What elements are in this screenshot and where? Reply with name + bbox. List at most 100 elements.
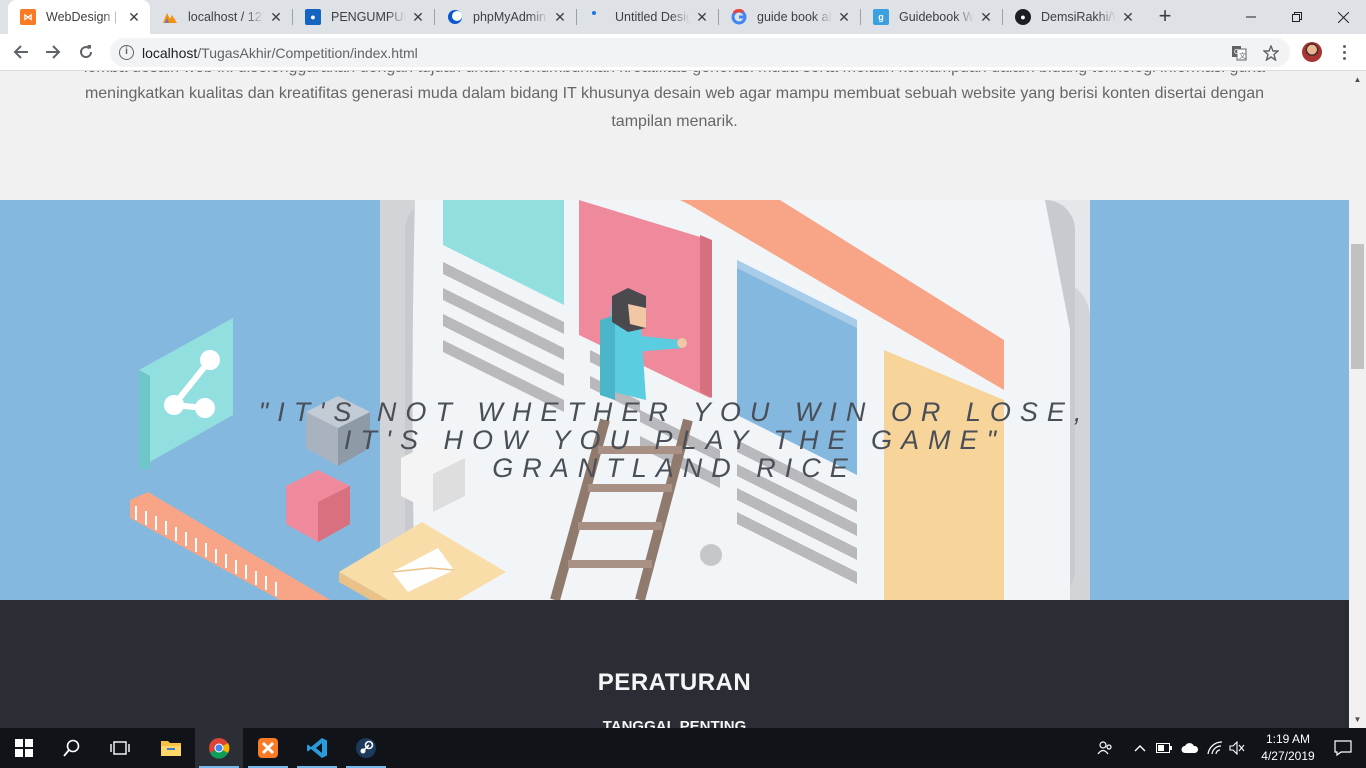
back-button[interactable] xyxy=(7,38,35,66)
task-view-button[interactable] xyxy=(96,728,144,768)
arrow-right-icon xyxy=(46,45,61,59)
reload-icon xyxy=(80,45,93,59)
system-clock[interactable]: 1:19 AM 4/27/2019 xyxy=(1256,731,1320,765)
section-title: PERATURAN xyxy=(597,669,752,696)
close-icon[interactable]: ✕ xyxy=(1120,9,1136,25)
tab-title: Untitled Design xyxy=(615,10,690,24)
guidebook-icon: g xyxy=(873,9,889,25)
tab-title: guide book about xyxy=(757,10,832,24)
windows-taskbar: 1:19 AM 4/27/2019 xyxy=(0,728,1366,768)
onedrive-cloud-icon[interactable] xyxy=(1178,728,1202,768)
close-icon[interactable]: ✕ xyxy=(410,9,426,25)
chevron-up-icon[interactable] xyxy=(1129,728,1151,768)
url-text: localhost/TugasAkhir/Competition/index.h… xyxy=(142,45,418,61)
task-view-icon xyxy=(110,741,130,755)
page-scrollbar[interactable]: ▲ ▼ xyxy=(1349,71,1366,728)
bookmark-star-icon[interactable] xyxy=(1262,44,1280,62)
close-icon[interactable]: ✕ xyxy=(126,9,142,25)
chrome-icon xyxy=(209,738,230,759)
intro-section: lomba desain web ini diselenggarakan den… xyxy=(0,71,1349,200)
start-button[interactable] xyxy=(0,728,48,768)
tab-guidebook[interactable]: g Guidebook Web ✕ xyxy=(861,0,1002,34)
volume-muted-icon[interactable] xyxy=(1226,728,1248,768)
tab-title: WebDesign | Competition xyxy=(46,10,122,24)
tab-localhost[interactable]: localhost / 127.0.0.1 ✕ xyxy=(150,0,292,34)
close-icon[interactable]: ✕ xyxy=(268,9,284,25)
tab-title: phpMyAdmin xyxy=(473,10,546,24)
notification-icon xyxy=(1334,740,1352,756)
xampp-taskbar-button[interactable] xyxy=(244,728,292,768)
tab-strip: ⋈ WebDesign | Competition ✕ localhost / … xyxy=(0,0,1366,34)
arrow-left-icon xyxy=(13,45,28,59)
tab-title: PENGUMPULAN xyxy=(331,10,406,24)
google-icon xyxy=(731,9,747,25)
minimize-icon xyxy=(1246,16,1256,18)
tab-github[interactable]: ● DemsiRakhi/W ✕ xyxy=(1003,0,1144,34)
tab-webdesign[interactable]: ⋈ WebDesign | Competition ✕ xyxy=(8,0,150,34)
close-icon[interactable]: ✕ xyxy=(694,9,710,25)
phpmyadmin-icon xyxy=(162,9,178,25)
close-icon[interactable]: ✕ xyxy=(978,9,994,25)
quote-line-2: IT'S HOW YOU PLAY THE GAME" xyxy=(343,425,1006,455)
clock-date: 4/27/2019 xyxy=(1261,749,1315,763)
url-path: /TugasAkhir/Competition/index.html xyxy=(197,45,418,61)
tab-title: DemsiRakhi/W xyxy=(1041,10,1116,24)
profile-avatar[interactable] xyxy=(1302,42,1322,62)
start-icon xyxy=(15,739,33,757)
scroll-down-icon[interactable]: ▼ xyxy=(1349,711,1366,728)
new-tab-button[interactable]: + xyxy=(1153,5,1177,29)
steam-icon xyxy=(356,738,376,758)
file-explorer-button[interactable] xyxy=(147,728,195,768)
hero-quote-banner: "IT'S NOT WHETHER YOU WIN OR LOSE, IT'S … xyxy=(0,200,1349,600)
xampp-icon xyxy=(258,738,278,758)
quote-line-1: "IT'S NOT WHETHER YOU WIN OR LOSE, xyxy=(258,397,1091,427)
page-viewport: lomba desain web ini diselenggarakan den… xyxy=(0,71,1349,728)
hero-quote: "IT'S NOT WHETHER YOU WIN OR LOSE, IT'S … xyxy=(0,398,1349,482)
close-window-button[interactable] xyxy=(1320,0,1366,34)
svg-text:文: 文 xyxy=(1239,51,1246,60)
file-explorer-icon xyxy=(161,741,181,756)
restore-button[interactable] xyxy=(1274,0,1320,34)
people-icon[interactable] xyxy=(1093,728,1117,768)
github-icon: ● xyxy=(1015,9,1031,25)
wifi-icon[interactable] xyxy=(1204,728,1226,768)
action-center-button[interactable] xyxy=(1320,728,1366,768)
rules-section: PERATURAN TANGGAL PENTING xyxy=(0,600,1349,728)
forward-button[interactable] xyxy=(39,38,67,66)
intro-paragraph: meningkatkan kualitas dan kreatifitas ge… xyxy=(84,85,1265,130)
tab-title: localhost / 127.0.0.1 xyxy=(188,10,264,24)
phpmyadmin-blue-icon xyxy=(447,9,463,25)
battery-icon[interactable] xyxy=(1153,728,1175,768)
vscode-icon xyxy=(307,738,327,758)
close-icon[interactable]: ✕ xyxy=(552,9,568,25)
chrome-menu-button[interactable] xyxy=(1334,42,1354,62)
chrome-taskbar-button[interactable] xyxy=(195,728,243,768)
steam-taskbar-button[interactable] xyxy=(342,728,390,768)
restore-icon xyxy=(1292,12,1302,22)
tab-title: Guidebook Web xyxy=(899,10,974,24)
quote-author: GRANTLAND RICE xyxy=(492,453,857,483)
canva-icon xyxy=(589,9,605,25)
search-icon xyxy=(63,739,80,757)
minimize-button[interactable] xyxy=(1228,0,1274,34)
scroll-up-icon[interactable]: ▲ xyxy=(1349,71,1366,88)
classroom-icon: ● xyxy=(305,9,321,25)
tab-google-search[interactable]: guide book about ✕ xyxy=(719,0,860,34)
close-icon[interactable]: ✕ xyxy=(836,9,852,25)
close-icon xyxy=(1337,11,1349,23)
section-subtitle: TANGGAL PENTING xyxy=(602,718,747,728)
browser-toolbar: i localhost/TugasAkhir/Competition/index… xyxy=(0,34,1366,71)
scrollbar-thumb[interactable] xyxy=(1351,244,1364,369)
xampp-icon: ⋈ xyxy=(20,9,36,25)
search-button[interactable] xyxy=(48,728,96,768)
clock-time: 1:19 AM xyxy=(1265,732,1311,746)
reload-button[interactable] xyxy=(72,38,100,66)
url-host: localhost xyxy=(142,45,198,61)
info-icon[interactable]: i xyxy=(119,45,134,60)
tab-phpmyadmin[interactable]: phpMyAdmin ✕ xyxy=(435,0,576,34)
translate-icon[interactable]: G文 xyxy=(1230,44,1248,62)
vscode-taskbar-button[interactable] xyxy=(293,728,341,768)
tab-untitled-design[interactable]: Untitled Design ✕ xyxy=(577,0,718,34)
address-bar[interactable]: i localhost/TugasAkhir/Competition/index… xyxy=(110,38,1290,67)
tab-pengumpulan[interactable]: ● PENGUMPULAN ✕ xyxy=(293,0,434,34)
